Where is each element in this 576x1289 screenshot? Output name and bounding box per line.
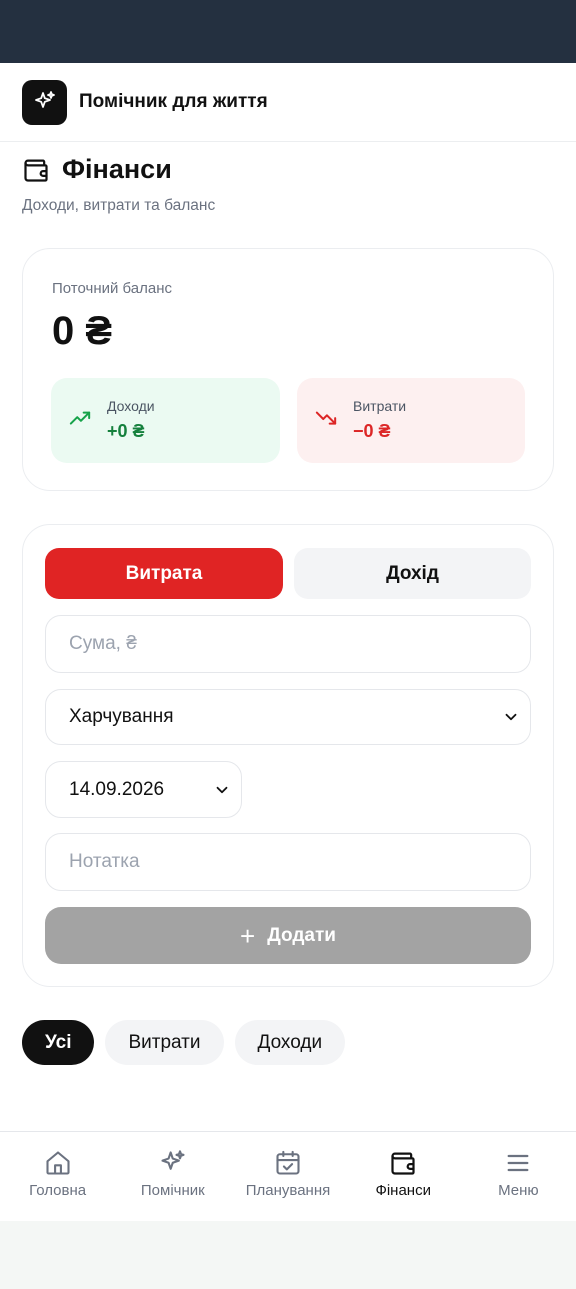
filter-expenses-chip[interactable]: Витрати xyxy=(105,1020,224,1065)
amount-input[interactable]: Сума, ₴ xyxy=(45,615,531,673)
filter-income-chip[interactable]: Доходи xyxy=(234,1020,346,1065)
expense-toggle-button[interactable]: Витрата xyxy=(45,548,283,599)
category-select[interactable]: Харчування xyxy=(45,689,531,745)
sparkles-icon xyxy=(161,1150,185,1170)
amount-placeholder: Сума, ₴ xyxy=(69,633,137,654)
system-status-bar xyxy=(0,0,576,63)
plus-icon: + xyxy=(240,920,256,951)
note-placeholder: Нотатка xyxy=(69,851,140,872)
nav-label-home: Головна xyxy=(29,1182,87,1199)
page-heading: Фінанси Доходи, витрати та баланс xyxy=(22,154,215,215)
date-select[interactable]: 14.09.2026 xyxy=(45,761,242,818)
nav-label-planning: Планування xyxy=(245,1182,331,1199)
nav-label-finance: Фінанси xyxy=(375,1182,431,1199)
bottom-navigation: Головна Помічник Планування Фінанси Меню xyxy=(0,1131,576,1221)
income-toggle-button[interactable]: Дохід xyxy=(294,548,531,599)
category-value: Харчування xyxy=(69,706,174,727)
add-button-label: Додати xyxy=(267,924,336,946)
app-title: Помічник для життя xyxy=(79,91,268,112)
transaction-filters: Усі Витрати Доходи xyxy=(22,1020,346,1065)
chevron-down-icon xyxy=(216,786,228,793)
nav-item-home[interactable]: Головна xyxy=(0,1132,115,1221)
add-transaction-button[interactable]: + Додати xyxy=(45,907,531,964)
income-value: +0 ₴ xyxy=(107,421,145,441)
trending-up-icon xyxy=(69,411,91,425)
income-summary: Доходи +0 ₴ xyxy=(51,378,280,463)
bottom-safe-area xyxy=(0,1221,576,1289)
balance-label: Поточний баланс xyxy=(52,280,172,297)
expense-value: −0 ₴ xyxy=(353,421,391,441)
home-icon xyxy=(46,1151,70,1175)
wallet-icon xyxy=(24,159,48,182)
nav-item-menu[interactable]: Меню xyxy=(461,1132,576,1221)
date-value: 14.09.2026 xyxy=(69,778,165,800)
app-header: Помічник для життя xyxy=(0,63,576,142)
page-title: Фінанси xyxy=(62,154,172,184)
page-subtitle: Доходи, витрати та баланс xyxy=(22,197,216,214)
nav-label-assistant: Помічник xyxy=(140,1182,205,1199)
balance-card: Поточний баланс 0 ₴ Доходи +0 ₴ Витрати … xyxy=(22,248,554,491)
calendar-check-icon xyxy=(276,1150,300,1175)
trending-down-icon xyxy=(315,411,337,425)
expense-label: Витрати xyxy=(353,398,407,414)
expense-summary: Витрати −0 ₴ xyxy=(297,378,525,463)
sparkles-icon xyxy=(34,91,55,108)
menu-icon xyxy=(507,1154,529,1172)
note-input[interactable]: Нотатка xyxy=(45,833,531,891)
balance-value: 0 ₴ xyxy=(52,309,113,353)
transaction-form: Витрата Дохід Сума, ₴ Харчування 14.09.2… xyxy=(22,524,554,987)
wallet-icon xyxy=(391,1152,415,1175)
nav-item-finance[interactable]: Фінанси xyxy=(346,1132,461,1221)
income-label: Доходи xyxy=(107,398,155,414)
nav-label-menu: Меню xyxy=(498,1182,539,1199)
filter-all-chip[interactable]: Усі xyxy=(22,1020,95,1065)
nav-item-planning[interactable]: Планування xyxy=(230,1132,345,1221)
chevron-down-icon xyxy=(505,713,517,721)
app-logo[interactable] xyxy=(22,79,67,125)
nav-item-assistant[interactable]: Помічник xyxy=(115,1132,230,1221)
